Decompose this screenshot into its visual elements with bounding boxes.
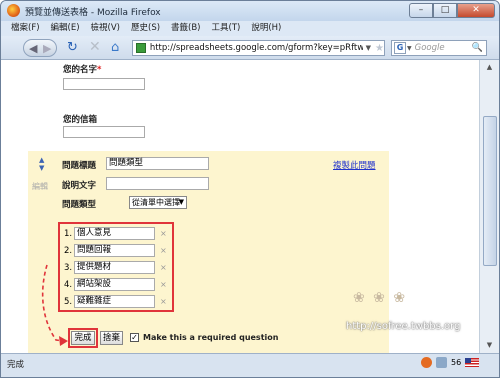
- reload-icon[interactable]: ↻: [67, 40, 78, 55]
- question-title-label: 問題標題: [62, 161, 97, 171]
- browser-window: 預覽並傳送表格 - Mozilla Firefox – □ ✕ 檔案(F) 編輯…: [0, 0, 500, 378]
- name-input[interactable]: [63, 78, 145, 90]
- menu-history[interactable]: 歷史(S): [131, 21, 160, 36]
- delete-button[interactable]: 捨棄: [100, 331, 123, 345]
- watermark-logo: ❀ ❀ ❀: [353, 290, 408, 306]
- window-title: 預覽並傳送表格 - Mozilla Firefox: [25, 8, 161, 18]
- url-text[interactable]: http://spreadsheets.google.com/gform?key…: [150, 43, 363, 53]
- close-button[interactable]: ✕: [457, 3, 495, 18]
- question-type-label: 問題類型: [62, 200, 97, 210]
- remove-option-icon[interactable]: ×: [160, 246, 167, 255]
- option-input[interactable]: 網站架設: [74, 278, 155, 291]
- question-type-value[interactable]: 從清單中選擇: [132, 198, 180, 207]
- search-engine-icon[interactable]: G: [394, 42, 406, 54]
- email-input[interactable]: [63, 126, 145, 138]
- remove-option-icon[interactable]: ×: [160, 297, 167, 306]
- option-input[interactable]: 提供題材: [74, 261, 155, 274]
- help-text-input[interactable]: [106, 177, 209, 190]
- remove-option-icon[interactable]: ×: [160, 280, 167, 289]
- forward-arrow-icon[interactable]: ▶: [43, 42, 51, 55]
- page-content: 您的名字* 您的信箱 ▲ ▼ 編輯 問題標題 問題類型 複製此問題 說明文字 問…: [1, 60, 479, 353]
- option-number: 3.: [64, 263, 73, 273]
- menu-help[interactable]: 說明(H): [251, 21, 281, 36]
- help-text-label: 說明文字: [62, 181, 97, 191]
- back-arrow-icon[interactable]: ◀: [29, 42, 37, 55]
- move-down-icon[interactable]: ▼: [39, 164, 44, 172]
- required-checkbox[interactable]: ✓: [130, 333, 139, 342]
- search-engine-dropdown-icon[interactable]: ▼: [407, 45, 412, 52]
- done-button[interactable]: 完成: [71, 331, 95, 345]
- vertical-scrollbar[interactable]: ▲ ▼: [479, 60, 499, 353]
- menu-file[interactable]: 檔案(F): [11, 21, 40, 36]
- email-question-label: 您的信箱: [63, 115, 98, 125]
- watermark: ❀ ❀ ❀ http://sofree.twbbs.org: [333, 284, 473, 344]
- option-input[interactable]: 問題回報: [74, 244, 155, 257]
- search-icon[interactable]: 🔍: [472, 43, 483, 53]
- edit-label[interactable]: 編輯: [32, 181, 48, 192]
- search-placeholder[interactable]: Google: [415, 43, 445, 53]
- chevron-down-icon[interactable]: ▼: [179, 197, 184, 208]
- option-number: 2.: [64, 246, 73, 256]
- status-icons: 56: [421, 357, 480, 368]
- remove-option-icon[interactable]: ×: [160, 263, 167, 272]
- move-up-icon[interactable]: ▲: [39, 156, 44, 164]
- option-number: 5.: [64, 297, 73, 307]
- stop-icon[interactable]: ✕: [89, 40, 101, 55]
- search-box[interactable]: G ▼ Google 🔍: [391, 40, 487, 56]
- watermark-text: http://sofree.twbbs.org: [346, 321, 461, 332]
- scroll-up-icon[interactable]: ▲: [482, 61, 497, 74]
- us-flag-icon[interactable]: [465, 358, 480, 367]
- url-dropdown-icon[interactable]: ▼: [366, 44, 371, 52]
- title-bar: 預覽並傳送表格 - Mozilla Firefox – □ ✕: [1, 1, 499, 21]
- required-mark: *: [97, 65, 102, 75]
- addon-status-icon[interactable]: [436, 357, 447, 368]
- back-forward-buttons[interactable]: ◀ ▶: [23, 39, 57, 57]
- menu-bar: 檔案(F) 編輯(E) 檢視(V) 歷史(S) 書籤(B) 工具(T) 說明(H…: [1, 21, 499, 36]
- menu-edit[interactable]: 編輯(E): [51, 21, 80, 36]
- status-bar: 完成 56: [1, 353, 499, 377]
- address-bar[interactable]: http://spreadsheets.google.com/gform?key…: [132, 40, 385, 56]
- scroll-down-icon[interactable]: ▼: [482, 339, 497, 352]
- remove-option-icon[interactable]: ×: [160, 229, 167, 238]
- question-title-input[interactable]: 問題類型: [106, 157, 209, 170]
- minimize-button[interactable]: –: [409, 3, 433, 18]
- status-count: 56: [451, 358, 462, 367]
- option-number: 1.: [64, 229, 73, 239]
- scroll-thumb[interactable]: [483, 116, 497, 266]
- bookmark-star-icon[interactable]: ★: [375, 43, 384, 54]
- firefox-status-icon[interactable]: [421, 357, 432, 368]
- menu-bookmarks[interactable]: 書籤(B): [171, 21, 200, 36]
- menu-view[interactable]: 檢視(V): [91, 21, 120, 36]
- question-type-select[interactable]: 從清單中選擇 ▼: [129, 196, 187, 209]
- site-favicon-icon: [136, 43, 146, 53]
- navigation-toolbar: ◀ ▶ ↻ ✕ ⌂ http://spreadsheets.google.com…: [1, 36, 499, 60]
- copy-question-link[interactable]: 複製此問題: [333, 159, 376, 171]
- home-icon[interactable]: ⌂: [111, 40, 119, 55]
- firefox-icon: [7, 4, 20, 17]
- required-checkbox-label: Make this a required question: [143, 333, 279, 342]
- option-input[interactable]: 個人意見: [74, 227, 155, 240]
- window-controls: – □ ✕: [409, 3, 495, 18]
- status-text: 完成: [7, 360, 25, 370]
- maximize-button[interactable]: □: [433, 3, 457, 18]
- options-highlight-box: 1. 個人意見 × 2. 問題回報 × 3. 提供題材 × 4. 網站架設 × …: [58, 222, 174, 312]
- option-number: 4.: [64, 280, 73, 290]
- option-input[interactable]: 疑難雜症: [74, 295, 155, 308]
- menu-tools[interactable]: 工具(T): [212, 21, 241, 36]
- name-question-label: 您的名字*: [63, 65, 102, 75]
- editor-sidebar: ▲ ▼ 編輯: [31, 151, 53, 353]
